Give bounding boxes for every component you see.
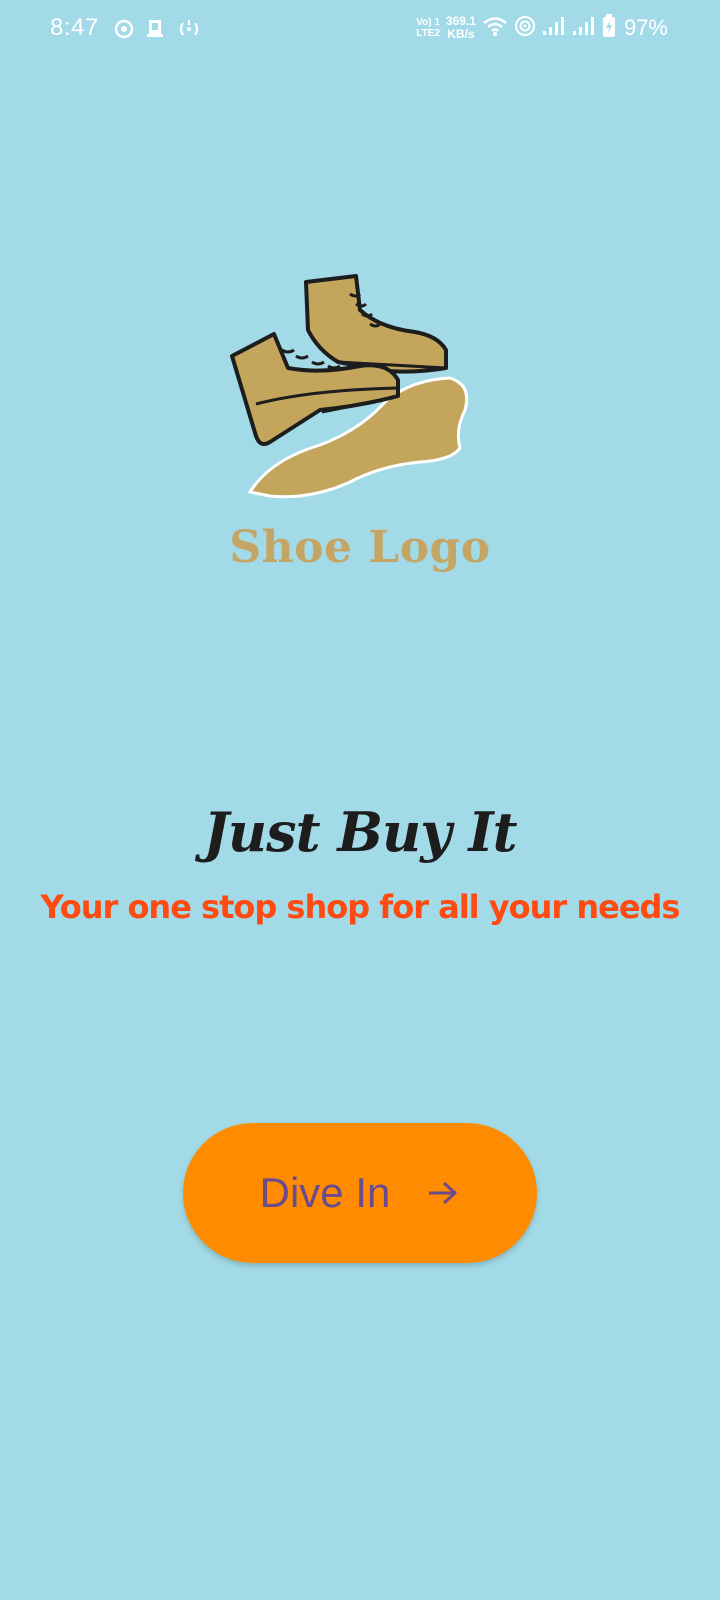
shoe-logo: Shoe Logo <box>210 270 510 580</box>
device-icon <box>144 18 166 44</box>
battery-percent: 97% <box>623 15 668 40</box>
dive-in-label: Dive In <box>259 1169 391 1216</box>
wifi-icon <box>482 15 508 41</box>
network-type-bottom: LTE2 <box>416 28 440 39</box>
tagline: Your one stop shop for all your needs <box>40 888 681 926</box>
logo-text: Shoe Logo <box>229 522 491 573</box>
status-right-icons: Vo) 1 LTE2 369.1 KB/s 97% <box>416 14 668 42</box>
battery-charging-icon <box>602 14 616 42</box>
network-type: Vo) 1 LTE2 <box>416 17 440 39</box>
headline: Just Buy It <box>203 800 517 864</box>
status-bar: 8:47 Vo) 1 LTE2 369.1 KB/s 97% <box>0 0 720 60</box>
hotspot-icon <box>176 19 202 43</box>
network-speed-unit: KB/s <box>447 27 475 41</box>
dive-in-button[interactable]: Dive In <box>183 1123 537 1263</box>
shoes-icon <box>230 274 469 499</box>
hotspot-signal-icon <box>514 15 536 41</box>
status-left-icons <box>114 18 202 44</box>
signal-strength-icon <box>542 16 566 40</box>
status-time: 8:47 <box>50 14 99 41</box>
network-speed: 369.1 KB/s <box>446 15 476 41</box>
sync-icon <box>114 19 134 43</box>
network-type-top: Vo) 1 <box>416 17 440 28</box>
signal-strength-icon <box>572 16 596 40</box>
arrow-right-icon <box>426 1179 460 1207</box>
